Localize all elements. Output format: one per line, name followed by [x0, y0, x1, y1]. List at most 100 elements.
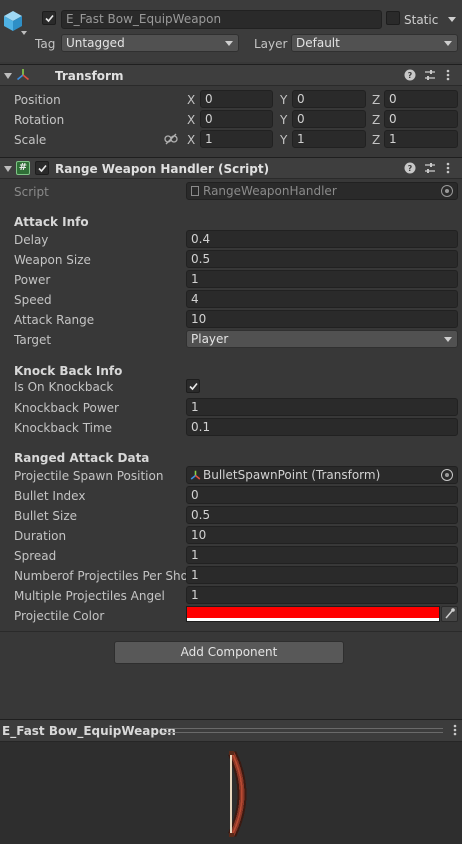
- scale-y-field[interactable]: 1: [292, 130, 366, 148]
- transform-header[interactable]: Transform ?: [0, 64, 462, 86]
- more-options-icon[interactable]: [446, 162, 450, 177]
- scale-y-axis[interactable]: Y: [280, 133, 287, 147]
- preview-panel: E_Fast Bow_EquipWeapon: [0, 719, 462, 844]
- attack-range-field[interactable]: 10: [186, 310, 458, 328]
- layer-dropdown[interactable]: Default: [291, 34, 458, 52]
- script-hash-icon: #: [16, 161, 30, 175]
- script-field[interactable]: RangeWeaponHandler: [186, 182, 458, 200]
- bow-sprite-preview: [226, 751, 254, 840]
- projectile-spawn-position-field[interactable]: BulletSpawnPoint (Transform): [186, 466, 458, 484]
- icon-dropdown-arrow[interactable]: [21, 31, 27, 35]
- bullet-size-label: Bullet Size: [14, 509, 78, 523]
- knockback-info-header: Knock Back Info: [14, 364, 123, 378]
- is-on-knockback-label: Is On Knockback: [14, 380, 114, 394]
- projectile-color-swatch[interactable]: [186, 606, 440, 622]
- rotation-x-axis[interactable]: X: [187, 113, 195, 127]
- eyedropper-icon[interactable]: [441, 606, 458, 622]
- attack-info-header: Attack Info: [14, 215, 89, 229]
- script-value: RangeWeaponHandler: [203, 184, 337, 198]
- preview-drag-grip[interactable]: [162, 728, 443, 733]
- bullet-size-field[interactable]: 0.5: [186, 506, 458, 524]
- rotation-z-axis[interactable]: Z: [372, 113, 380, 127]
- more-options-icon[interactable]: [453, 724, 457, 739]
- script-file-icon: [191, 186, 199, 196]
- rotation-y-axis[interactable]: Y: [280, 113, 287, 127]
- add-component-button[interactable]: Add Component: [114, 641, 344, 664]
- svg-text:?: ?: [408, 164, 413, 173]
- position-z-axis[interactable]: Z: [372, 93, 380, 107]
- knockback-power-field[interactable]: 1: [186, 398, 458, 416]
- ranged-attack-data-header: Ranged Attack Data: [14, 451, 150, 465]
- presets-icon[interactable]: [424, 69, 436, 84]
- target-dropdown[interactable]: Player: [186, 330, 458, 348]
- speed-label: Speed: [14, 293, 52, 307]
- range-weapon-handler-header[interactable]: # Range Weapon Handler (Script) ?: [0, 157, 462, 179]
- transform-title: Transform: [55, 69, 124, 83]
- svg-text:?: ?: [408, 71, 413, 80]
- object-picker-icon[interactable]: [441, 469, 453, 481]
- spread-field[interactable]: 1: [186, 546, 458, 564]
- speed-field[interactable]: 4: [186, 290, 458, 308]
- rotation-y-field[interactable]: 0: [292, 110, 366, 128]
- weapon-size-label: Weapon Size: [14, 253, 91, 267]
- knockback-time-label: Knockback Time: [14, 421, 113, 435]
- checkmark-icon: [38, 164, 47, 173]
- spread-label: Spread: [14, 549, 57, 563]
- foldout-arrow[interactable]: [4, 73, 12, 79]
- gameobject-name-field[interactable]: E_Fast Bow_EquipWeapon: [61, 10, 382, 29]
- layer-value: Default: [296, 36, 340, 50]
- more-options-icon[interactable]: [446, 69, 450, 84]
- tag-label: Tag: [35, 37, 56, 51]
- position-x-field[interactable]: 0: [200, 90, 273, 108]
- attack-range-label: Attack Range: [14, 313, 95, 327]
- duration-field[interactable]: 10: [186, 526, 458, 544]
- presets-icon[interactable]: [424, 162, 436, 177]
- foldout-arrow[interactable]: [4, 166, 12, 172]
- projectile-spawn-position-value: BulletSpawnPoint (Transform): [203, 468, 381, 482]
- position-y-field[interactable]: 0: [292, 90, 366, 108]
- range-weapon-handler-title: Range Weapon Handler (Script): [55, 162, 270, 176]
- multiple-projectiles-angle-field[interactable]: 1: [186, 586, 458, 604]
- rotation-label: Rotation: [14, 113, 65, 127]
- position-label: Position: [14, 93, 61, 107]
- knockback-power-label: Knockback Power: [14, 401, 119, 415]
- tag-dropdown[interactable]: Untagged: [61, 34, 239, 52]
- scale-z-axis[interactable]: Z: [372, 133, 380, 147]
- constrain-proportions-icon[interactable]: [164, 133, 178, 148]
- scale-x-axis[interactable]: X: [187, 133, 195, 147]
- multiple-projectiles-angle-label: Multiple Projectiles Angel: [14, 589, 165, 603]
- component-enabled-checkbox[interactable]: [35, 161, 49, 175]
- help-icon[interactable]: ?: [404, 69, 416, 84]
- duration-label: Duration: [14, 529, 67, 543]
- target-value: Player: [191, 332, 229, 346]
- divider: [0, 631, 462, 632]
- knockback-time-field[interactable]: 0.1: [186, 418, 458, 436]
- power-field[interactable]: 1: [186, 270, 458, 288]
- position-x-axis[interactable]: X: [187, 93, 195, 107]
- script-label: Script: [14, 185, 49, 199]
- preview-title: E_Fast Bow_EquipWeapon: [2, 724, 176, 738]
- number-of-projectiles-field[interactable]: 1: [186, 566, 458, 584]
- bullet-index-field[interactable]: 0: [186, 486, 458, 504]
- checkmark-icon: [189, 382, 198, 391]
- delay-label: Delay: [14, 233, 49, 247]
- position-z-field[interactable]: 0: [384, 90, 458, 108]
- active-checkbox[interactable]: [42, 11, 56, 25]
- position-y-axis[interactable]: Y: [280, 93, 287, 107]
- preview-header[interactable]: E_Fast Bow_EquipWeapon: [0, 720, 462, 742]
- scale-z-field[interactable]: 1: [384, 130, 458, 148]
- delay-field[interactable]: 0.4: [186, 230, 458, 248]
- static-checkbox[interactable]: [386, 11, 400, 25]
- layer-label: Layer: [254, 37, 288, 51]
- scale-x-field[interactable]: 1: [200, 130, 273, 148]
- is-on-knockback-checkbox[interactable]: [186, 379, 200, 393]
- rotation-z-field[interactable]: 0: [384, 110, 458, 128]
- help-icon[interactable]: ?: [404, 162, 416, 177]
- scale-label: Scale: [14, 133, 47, 147]
- object-picker-icon[interactable]: [441, 185, 453, 197]
- power-label: Power: [14, 273, 51, 287]
- rotation-x-field[interactable]: 0: [200, 110, 273, 128]
- weapon-size-field[interactable]: 0.5: [186, 250, 458, 268]
- transform-icon: [190, 469, 201, 483]
- static-dropdown-arrow[interactable]: [448, 17, 456, 22]
